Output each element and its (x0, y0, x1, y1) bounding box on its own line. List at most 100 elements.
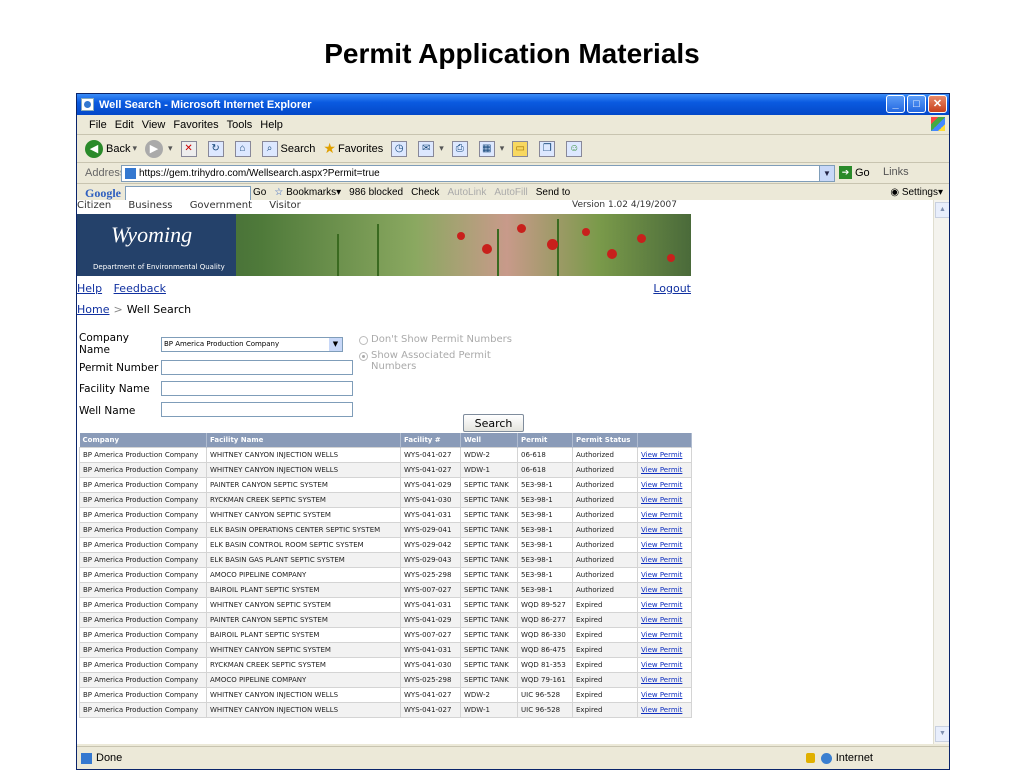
vertical-scrollbar[interactable]: ▲ ▼ (933, 200, 949, 744)
view-permit-link[interactable]: View Permit (641, 496, 682, 504)
star-icon: ☆ (274, 187, 284, 198)
table-cell: WQD 86-330 (517, 627, 573, 643)
table-cell: Expired (572, 612, 638, 628)
well-name-input[interactable] (161, 402, 353, 417)
nav-citizen[interactable]: Citizen (77, 200, 111, 211)
view-permit-link[interactable]: View Permit (641, 706, 682, 714)
col-permit-status[interactable]: Permit Status (572, 433, 638, 448)
company-select[interactable]: BP America Production Company ▼ (161, 337, 343, 352)
status-bar: Done Internet (77, 746, 949, 769)
radio-show-permits[interactable]: Show Associated Permit Numbers (359, 350, 539, 372)
table-row: BP America Production Company AMOCO PIPEL… (79, 567, 692, 583)
view-permit-link[interactable]: View Permit (641, 586, 682, 594)
col-company[interactable]: Company (79, 433, 207, 448)
maximize-button[interactable]: □ (907, 95, 926, 113)
table-cell: View Permit (637, 627, 692, 643)
google-settings-button[interactable]: ◉ Settings▾ (890, 187, 943, 198)
view-permit-link[interactable]: View Permit (641, 661, 682, 669)
minimize-button[interactable]: _ (886, 95, 905, 113)
messenger-button[interactable]: ☺ (566, 140, 585, 157)
search-submit-button[interactable]: Search (463, 414, 524, 432)
menu-edit[interactable]: Edit (115, 119, 134, 131)
site-links: Help Feedback Logout (77, 282, 691, 295)
radio-hide-permits[interactable]: Don't Show Permit Numbers (359, 334, 539, 345)
view-permit-link[interactable]: View Permit (641, 631, 682, 639)
stop-icon: ✕ (180, 140, 197, 157)
spell-check-button[interactable]: Check (411, 187, 439, 198)
address-dropdown-icon[interactable]: ▼ (819, 166, 834, 181)
col-facility-name[interactable]: Facility Name (206, 433, 401, 448)
view-permit-link[interactable]: View Permit (641, 556, 682, 564)
nav-government[interactable]: Government (190, 200, 252, 211)
view-permit-link[interactable]: View Permit (641, 541, 682, 549)
view-permit-link[interactable]: View Permit (641, 466, 682, 474)
scroll-up-icon[interactable]: ▲ (935, 202, 949, 218)
view-permit-link[interactable]: View Permit (641, 646, 682, 654)
menu-tools[interactable]: Tools (227, 119, 253, 131)
breadcrumb-home[interactable]: Home (77, 303, 109, 316)
popup-blocker-button[interactable]: 986 blocked (349, 187, 403, 198)
autofill-button[interactable]: AutoFill (494, 187, 527, 198)
permit-number-input[interactable] (161, 360, 353, 375)
col-facility-number[interactable]: Facility # (400, 433, 461, 448)
links-button[interactable]: Links (883, 166, 909, 178)
table-cell: WHITNEY CANYON INJECTION WELLS (206, 462, 401, 478)
permit-number-label: Permit Number (79, 362, 159, 374)
stop-button[interactable]: ✕ (180, 140, 200, 157)
back-button[interactable]: ◀ Back ▾ (85, 139, 137, 158)
nav-visitor[interactable]: Visitor (269, 200, 301, 211)
view-permit-link[interactable]: View Permit (641, 616, 682, 624)
table-cell: 06-618 (517, 447, 573, 463)
go-button[interactable]: ➔ Go (839, 166, 870, 179)
google-bookmarks-button[interactable]: ☆ Bookmarks▾ (274, 187, 341, 198)
favorites-button[interactable]: ★ Favorites (323, 140, 383, 157)
google-go-button[interactable]: Go (253, 187, 266, 198)
history-button[interactable]: ◷ (391, 140, 410, 157)
view-permit-link[interactable]: View Permit (641, 481, 682, 489)
forward-button[interactable]: ▶ ▾ (145, 139, 173, 158)
wyoming-logo: Wyoming Department of Environmental Qual… (77, 214, 236, 276)
table-cell: Authorized (572, 477, 638, 493)
company-select-value: BP America Production Company (164, 340, 280, 348)
feedback-link[interactable]: Feedback (114, 282, 166, 295)
col-permit[interactable]: Permit (517, 433, 573, 448)
status-text: Done (96, 752, 123, 764)
logout-link[interactable]: Logout (653, 282, 691, 295)
view-permit-link[interactable]: View Permit (641, 571, 682, 579)
table-cell: WYS-041-027 (400, 687, 461, 703)
facility-name-input[interactable] (161, 381, 353, 396)
research-button[interactable]: ❐ (539, 140, 558, 157)
menu-view[interactable]: View (142, 119, 166, 131)
send-to-button[interactable]: Send to (536, 187, 570, 198)
print-button[interactable]: ⎙ (451, 140, 471, 157)
menu-favorites[interactable]: Favorites (173, 119, 218, 131)
view-permit-link[interactable]: View Permit (641, 526, 682, 534)
search-button[interactable]: ⌕ Search (261, 140, 315, 157)
mail-button[interactable]: ✉ ▾ (418, 140, 444, 157)
edit-button[interactable]: ▦ ▾ (478, 140, 504, 157)
autolink-button[interactable]: AutoLink (447, 187, 486, 198)
scroll-down-icon[interactable]: ▼ (935, 726, 949, 742)
menu-file[interactable]: File (89, 119, 107, 131)
nav-business[interactable]: Business (128, 200, 172, 211)
ie-icon (81, 98, 94, 111)
view-permit-link[interactable]: View Permit (641, 511, 682, 519)
close-button[interactable]: ✕ (928, 95, 947, 113)
view-permit-link[interactable]: View Permit (641, 676, 682, 684)
view-permit-link[interactable]: View Permit (641, 601, 682, 609)
help-link[interactable]: Help (77, 282, 102, 295)
address-input[interactable]: https://gem.trihydro.com/Wellsearch.aspx… (121, 165, 835, 182)
google-search-input[interactable] (125, 186, 251, 201)
folder-button[interactable]: ▭ (512, 140, 531, 157)
view-permit-link[interactable]: View Permit (641, 451, 682, 459)
refresh-button[interactable]: ↻ (207, 140, 227, 157)
menu-help[interactable]: Help (260, 119, 283, 131)
col-well[interactable]: Well (460, 433, 518, 448)
table-row: BP America Production Company BAIROIL PLA… (79, 582, 692, 598)
back-arrow-icon: ◀ (85, 139, 103, 158)
home-button[interactable]: ⌂ (234, 140, 254, 157)
table-row: BP America Production Company WHITNEY CAN… (79, 687, 692, 703)
table-cell: WYS-041-027 (400, 447, 461, 463)
table-cell: BP America Production Company (79, 507, 207, 523)
view-permit-link[interactable]: View Permit (641, 691, 682, 699)
